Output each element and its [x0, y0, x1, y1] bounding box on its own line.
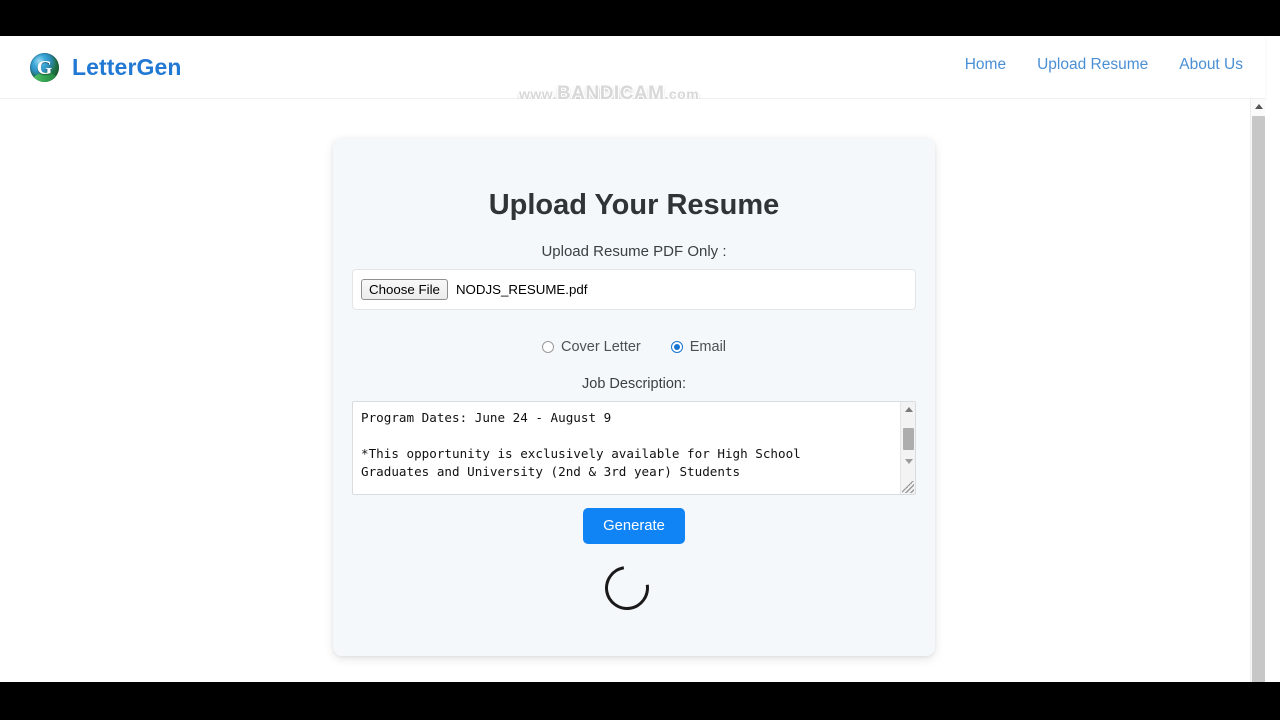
textarea-resize-handle[interactable] [902, 481, 914, 493]
logo-letter-g: G [36, 56, 53, 79]
lettergen-globe-logo-icon: G [30, 53, 59, 82]
nav-link-upload-resume[interactable]: Upload Resume [1037, 56, 1148, 74]
radio-label-cover-letter: Cover Letter [560, 339, 641, 355]
radio-option-email[interactable]: Email [670, 339, 727, 355]
loading-spinner-icon [596, 557, 658, 619]
nav-link-about-us[interactable]: About Us [1179, 56, 1243, 74]
upload-resume-card: Upload Your Resume Upload Resume PDF Onl… [333, 138, 935, 656]
output-type-radio-group: Cover Letter Email [333, 339, 935, 355]
generate-button[interactable]: Generate [583, 508, 685, 544]
selected-file-name: NODJS_RESUME.pdf [455, 282, 588, 297]
upload-instruction-label: Upload Resume PDF Only : [541, 243, 727, 260]
page-title: Upload Your Resume [488, 189, 780, 221]
brand-name: LetterGen [72, 54, 182, 80]
page-scroll-thumb[interactable] [1252, 116, 1265, 682]
textarea-scroll-up-arrow-icon[interactable] [901, 402, 915, 416]
nav-link-home[interactable]: Home [965, 56, 1006, 74]
site-header: G LetterGen www.BANDICAM.com Home Upload… [0, 36, 1265, 103]
brand-logo-link[interactable]: G LetterGen [30, 53, 182, 82]
screen-recording-frame: G LetterGen www.BANDICAM.com Home Upload… [0, 0, 1280, 720]
job-description-text: Program Dates: June 24 - August 9 *This … [361, 410, 801, 479]
letterbox-bottom-bar [0, 682, 1280, 720]
choose-file-button[interactable]: Choose File [361, 279, 448, 300]
radio-indicator-cover-letter[interactable] [541, 341, 554, 353]
primary-navigation: Home Upload Resume About Us [965, 56, 1243, 74]
browser-viewport: G LetterGen www.BANDICAM.com Home Upload… [0, 36, 1280, 682]
radio-indicator-email[interactable] [670, 341, 683, 353]
job-description-textarea[interactable]: Program Dates: June 24 - August 9 *This … [352, 401, 916, 495]
textarea-scroll-down-arrow-icon[interactable] [901, 454, 915, 468]
job-description-label: Job Description: [582, 376, 686, 392]
page-scrollbar[interactable] [1250, 99, 1265, 682]
letterbox-top-bar [0, 0, 1280, 36]
textarea-scroll-thumb[interactable] [903, 428, 914, 450]
radio-label-email: Email [689, 339, 727, 355]
page-content: Upload Your Resume Upload Resume PDF Onl… [0, 99, 1265, 682]
resume-file-input[interactable]: Choose File NODJS_RESUME.pdf [352, 269, 916, 310]
scroll-up-arrow-icon[interactable] [1251, 99, 1266, 114]
radio-option-cover-letter[interactable]: Cover Letter [541, 339, 641, 355]
